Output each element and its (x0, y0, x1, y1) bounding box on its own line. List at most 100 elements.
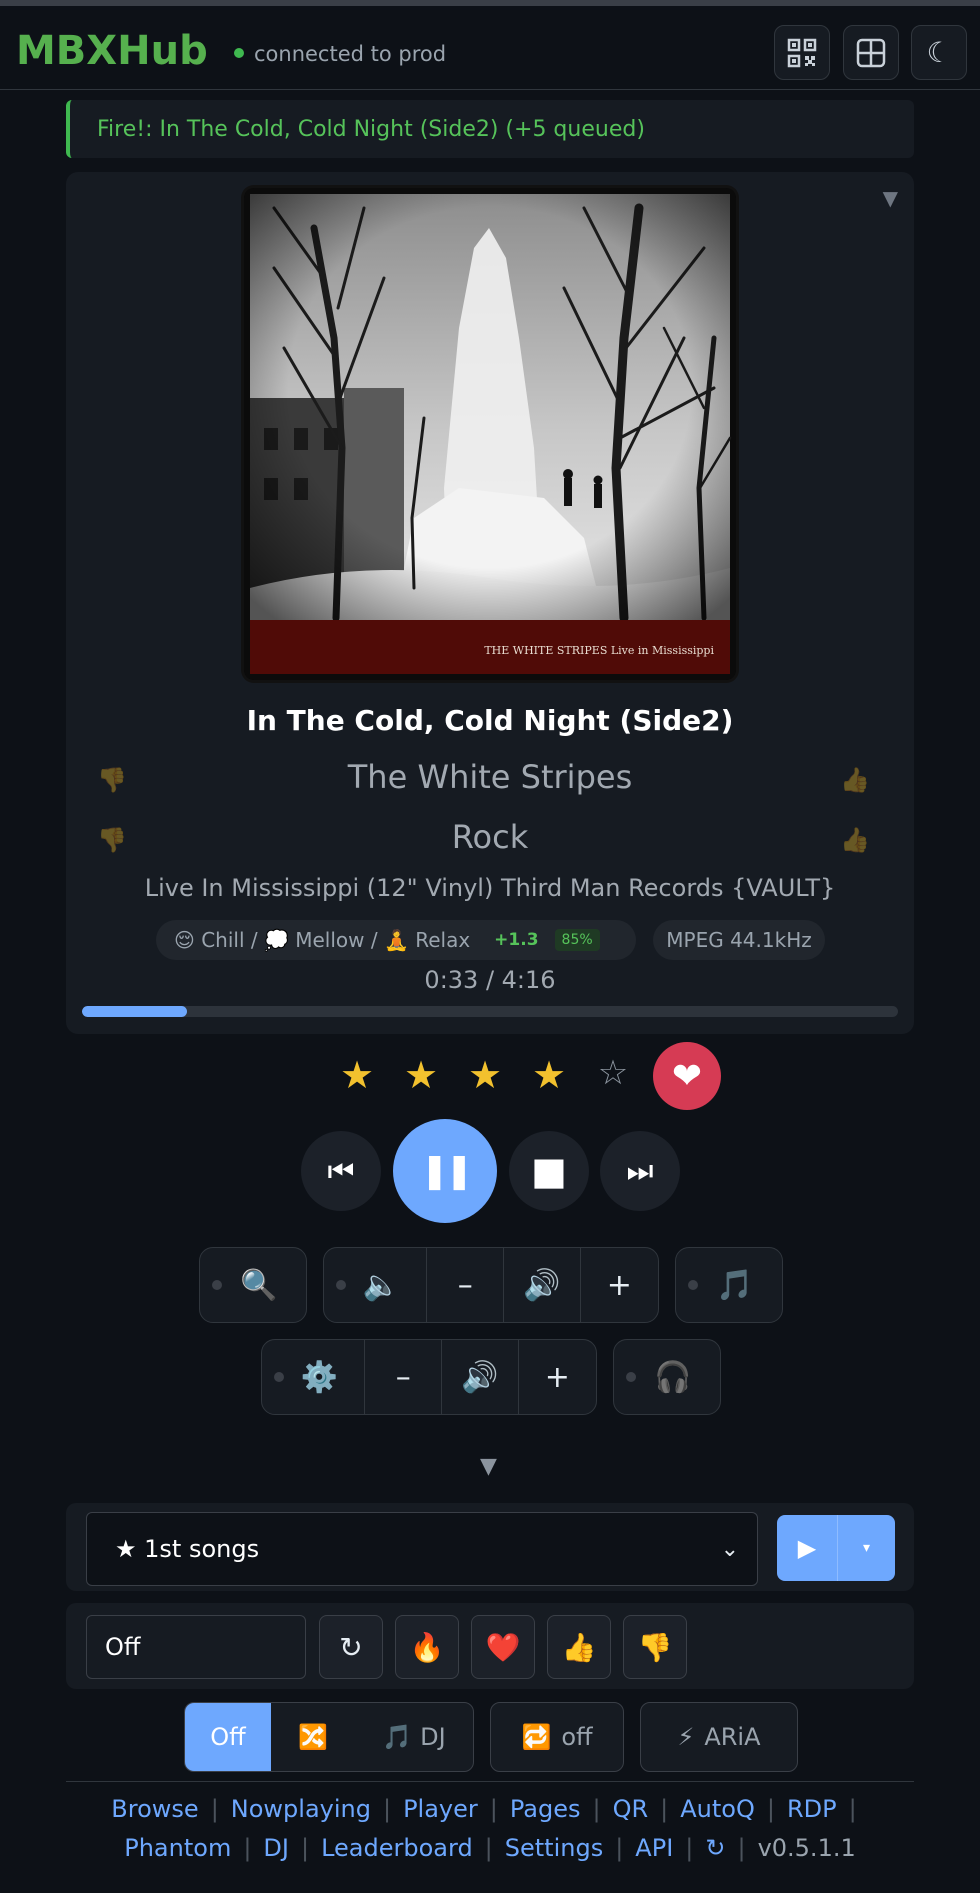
autoq-mode-select[interactable]: Off (86, 1615, 306, 1679)
star-5-icon[interactable]: ☆ (581, 1053, 645, 1097)
expand-more-icon[interactable]: ▼ (480, 1454, 497, 1479)
pause-icon: ❚❚ (420, 1151, 474, 1191)
headphones-icon: 🎧 (654, 1359, 692, 1395)
volume-icon: 🔊 (461, 1359, 499, 1395)
footer-link-row: Browse | Nowplaying | Player | Pages | QR | AutoQ |… (66, 1790, 914, 1829)
footer-separator: | (660, 1795, 669, 1823)
headphones-group: 🎧 (613, 1339, 721, 1415)
aria-segment: ⚡ ARiA (641, 1703, 797, 1771)
volume-mute-button[interactable]: 🔊 (504, 1248, 581, 1322)
footer-separator: | (592, 1795, 601, 1823)
footer-reload-icon[interactable]: ↻ (705, 1834, 725, 1862)
footer-link-dj[interactable]: DJ (263, 1834, 289, 1862)
connection-status: connected to prod (234, 42, 446, 66)
footer-link-pages[interactable]: Pages (510, 1795, 581, 1823)
format-pill: MPEG 44.1kHz (653, 920, 825, 960)
repeat-icon: 🔁 (521, 1723, 552, 1751)
mood-tags: 😌 Chill / 💭 Mellow / 🧘 Relax (174, 928, 471, 952)
track-genre[interactable]: Rock (66, 818, 914, 856)
footer-link-player[interactable]: Player (403, 1795, 478, 1823)
aria-button[interactable]: ⚡ ARiA (640, 1702, 798, 1772)
footer-link-qr[interactable]: QR (613, 1795, 649, 1823)
repeat-button[interactable]: 🔁 off (490, 1702, 624, 1772)
footer-separator: | (615, 1834, 624, 1862)
output-speaker-button[interactable]: 🔈 (324, 1248, 428, 1322)
love-button[interactable]: ❤ (653, 1042, 721, 1110)
footer-link-api[interactable]: API (635, 1834, 673, 1862)
playlist-menu-button[interactable]: ▾ (838, 1515, 895, 1581)
previous-track-button[interactable]: ⏮ (301, 1131, 381, 1211)
star-rating: ★ ★ ★ ★ ☆ (325, 1053, 645, 1097)
footer-link-browse[interactable]: Browse (111, 1795, 198, 1823)
footer-link-phantom[interactable]: Phantom (124, 1834, 231, 1862)
headphones-button[interactable]: 🎧 (614, 1340, 720, 1414)
volume-up-button[interactable]: + (581, 1248, 659, 1322)
repeat-segment: 🔁 off (491, 1703, 623, 1771)
genre-thumbs-up-icon[interactable]: 👍 (840, 826, 870, 854)
autoq-fire-button[interactable]: 🔥 (395, 1615, 459, 1679)
progress-bar[interactable] (82, 1006, 898, 1017)
star-2-icon[interactable]: ★ (389, 1053, 453, 1097)
playlist-play-button[interactable]: ▶ (777, 1515, 838, 1581)
speaker-icon: 🔈 (362, 1267, 400, 1303)
thumbs-up-icon: 👍 (561, 1630, 597, 1664)
footer-link-settings[interactable]: Settings (505, 1834, 603, 1862)
star-3-icon[interactable]: ★ (453, 1053, 517, 1097)
autoq-refresh-button[interactable]: ↻ (319, 1615, 383, 1679)
mood-confidence-badge: 85% (554, 929, 600, 951)
album-cover: THE WHITE STRIPES Live in Mississippi (244, 188, 736, 680)
footer-link-autoq[interactable]: AutoQ (680, 1795, 755, 1823)
next-icon: ⏭ (626, 1153, 654, 1189)
secondary-volume-mute-button[interactable]: 🔊 (442, 1340, 519, 1414)
theme-toggle-button[interactable]: ☾ (911, 25, 967, 80)
dj-mode-button[interactable]: 🎵 DJ (355, 1703, 473, 1771)
footer-separator: | (737, 1834, 746, 1862)
settings-volume-group: ⚙️ – 🔊 + (261, 1339, 597, 1415)
footer-link-nowplaying[interactable]: Nowplaying (231, 1795, 371, 1823)
search-button[interactable]: 🔍 (200, 1248, 306, 1322)
stop-button[interactable]: ■ (509, 1131, 589, 1211)
shuffle-button[interactable]: 🔀 (271, 1703, 355, 1771)
track-artist[interactable]: The White Stripes (66, 758, 914, 796)
footer-separator: | (484, 1834, 493, 1862)
aria-label: ARiA (704, 1723, 761, 1751)
track-title: In The Cold, Cold Night (Side2) (246, 704, 734, 737)
volume-down-button[interactable]: – (427, 1248, 504, 1322)
autoq-love-button[interactable]: ❤️ (471, 1615, 535, 1679)
repeat-label: off (561, 1723, 593, 1751)
layout-grid-button[interactable] (843, 25, 899, 80)
previous-icon: ⏮ (327, 1153, 355, 1189)
footer-link-rdp[interactable]: RDP (787, 1795, 837, 1823)
autoq-like-button[interactable]: 👍 (547, 1615, 611, 1679)
shuffle-off-button[interactable]: Off (185, 1703, 271, 1771)
qr-code-button[interactable] (774, 25, 830, 80)
star-1-icon[interactable]: ★ (325, 1053, 389, 1097)
playlist-select[interactable]: ★ 1st songs ⌄ (86, 1512, 758, 1586)
plus-icon: + (606, 1267, 632, 1303)
autoq-dislike-button[interactable]: 👎 (623, 1615, 687, 1679)
mood-score: +1.3 (494, 930, 539, 950)
now-playing-card: ▼ THE WHITE STRIPES Live in Mississippi … (66, 172, 914, 1034)
artist-thumbs-up-icon[interactable]: 👍 (840, 766, 870, 794)
pause-button[interactable]: ❚❚ (393, 1119, 497, 1223)
next-track-button[interactable]: ⏭ (600, 1131, 680, 1211)
secondary-volume-up-button[interactable]: + (519, 1340, 597, 1414)
collapse-card-icon[interactable]: ▼ (883, 186, 898, 210)
search-icon: 🔍 (240, 1267, 278, 1303)
connection-label: connected to prod (254, 42, 447, 66)
plus-icon: + (544, 1359, 570, 1395)
star-4-icon[interactable]: ★ (517, 1053, 581, 1097)
settings-button[interactable]: ⚙️ (262, 1340, 366, 1414)
moon-icon: ☾ (926, 36, 952, 69)
secondary-volume-down-button[interactable]: – (365, 1340, 442, 1414)
shuffle-off-label: Off (210, 1723, 246, 1751)
music-note-icon: 🎵 (716, 1267, 754, 1303)
progress-fill (82, 1006, 188, 1017)
app-brand[interactable]: MBXHub (16, 28, 208, 74)
refresh-icon: ↻ (339, 1630, 363, 1664)
music-group: 🎵 (675, 1247, 783, 1323)
footer-link-leaderboard[interactable]: Leaderboard (321, 1834, 473, 1862)
music-library-button[interactable]: 🎵 (676, 1248, 782, 1322)
gear-icon: ⚙️ (300, 1359, 338, 1395)
dj-label: DJ (420, 1723, 446, 1751)
